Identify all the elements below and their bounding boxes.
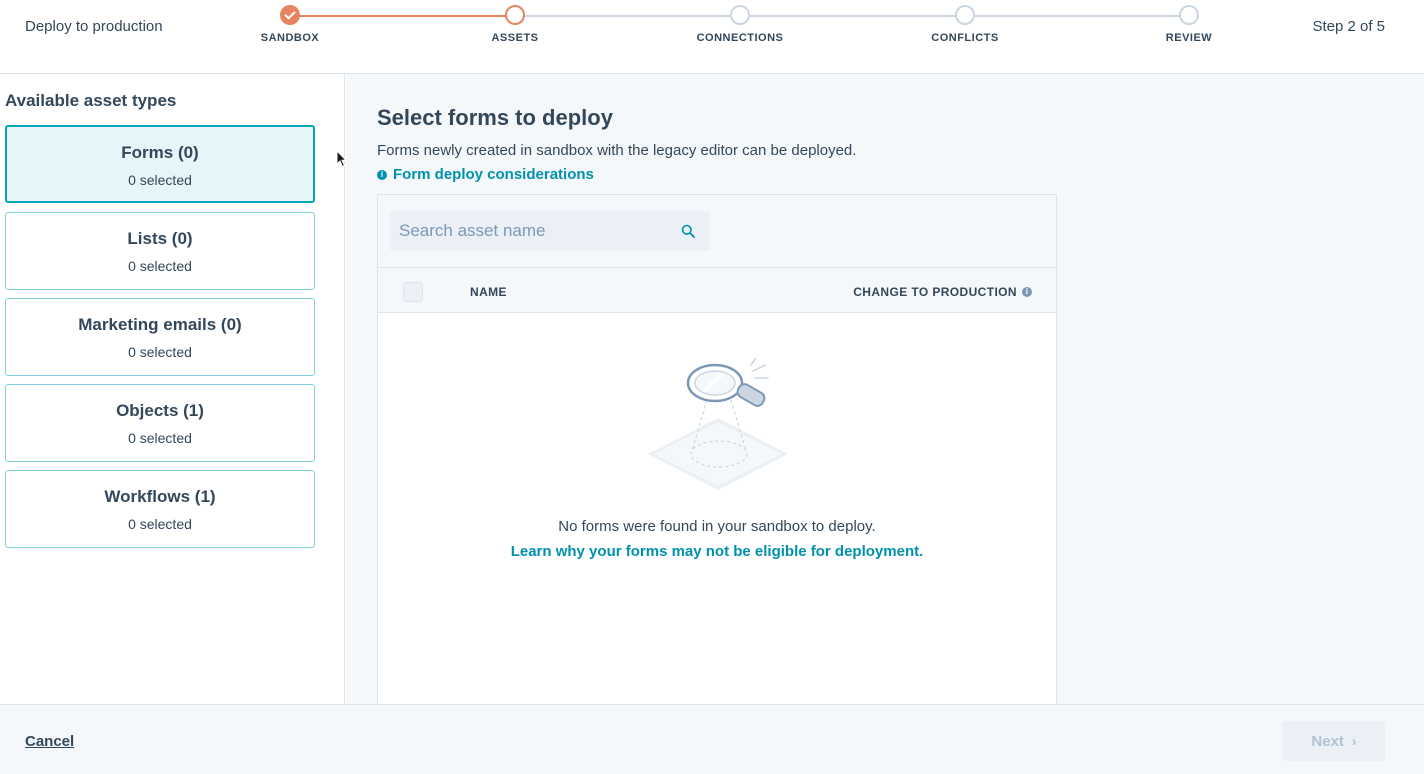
search-box bbox=[390, 211, 710, 251]
step-label: ASSETS bbox=[491, 32, 539, 44]
asset-type-sidebar: Available asset types Forms (0) 0 select… bbox=[0, 74, 345, 704]
assets-table: NAME CHANGE TO PRODUCTION i No forms wer… bbox=[377, 194, 1057, 704]
step-connections: CONNECTIONS bbox=[680, 5, 800, 44]
next-button[interactable]: Next › bbox=[1283, 721, 1385, 761]
asset-type-selected-count: 0 selected bbox=[128, 258, 192, 274]
section-description: Forms newly created in sandbox with the … bbox=[377, 142, 857, 159]
select-all-checkbox[interactable] bbox=[403, 282, 423, 302]
sidebar-title: Available asset types bbox=[5, 91, 177, 110]
asset-type-marketing-emails[interactable]: Marketing emails (0) 0 selected bbox=[5, 298, 315, 376]
table-toolbar bbox=[378, 195, 1056, 268]
chevron-right-icon: › bbox=[1351, 733, 1357, 749]
step-label: REVIEW bbox=[1165, 32, 1213, 44]
stepper-line-remaining bbox=[515, 15, 1189, 17]
ineligible-forms-help-link[interactable]: Learn why your forms may not be eligible… bbox=[378, 543, 1056, 560]
step-pending-circle bbox=[955, 5, 975, 25]
asset-type-title: Marketing emails (0) bbox=[78, 315, 242, 334]
considerations-link-label: Form deploy considerations bbox=[393, 166, 594, 183]
asset-type-title: Forms (0) bbox=[121, 143, 199, 162]
main-panel: Select forms to deploy Forms newly creat… bbox=[346, 74, 1424, 704]
asset-type-selected-count: 0 selected bbox=[128, 430, 192, 446]
column-header-change-to-production: CHANGE TO PRODUCTION i bbox=[853, 285, 1032, 299]
asset-type-workflows[interactable]: Workflows (1) 0 selected bbox=[5, 470, 315, 548]
info-icon[interactable]: i bbox=[1022, 287, 1032, 297]
next-button-label: Next bbox=[1311, 732, 1344, 750]
step-label: CONNECTIONS bbox=[696, 32, 784, 44]
step-complete-check-icon bbox=[280, 5, 300, 25]
step-counter: Step 2 of 5 bbox=[1312, 18, 1385, 35]
column-header-name[interactable]: NAME bbox=[470, 285, 507, 299]
info-icon: i bbox=[377, 169, 387, 180]
step-review: REVIEW bbox=[1129, 5, 1249, 44]
cancel-button[interactable]: Cancel bbox=[25, 733, 74, 750]
magnifier-illustration bbox=[648, 358, 788, 490]
step-label: CONFLICTS bbox=[931, 32, 999, 44]
step-conflicts: CONFLICTS bbox=[905, 5, 1025, 44]
asset-type-selected-count: 0 selected bbox=[128, 516, 192, 532]
asset-type-title: Lists (0) bbox=[127, 229, 193, 248]
table-header: NAME CHANGE TO PRODUCTION i bbox=[378, 268, 1056, 313]
asset-type-objects[interactable]: Objects (1) 0 selected bbox=[5, 384, 315, 462]
wizard-header: Deploy to production SANDBOX ASSETS CONN… bbox=[0, 0, 1424, 74]
asset-type-forms[interactable]: Forms (0) 0 selected bbox=[5, 125, 315, 203]
mouse-cursor bbox=[336, 150, 348, 168]
step-label: SANDBOX bbox=[260, 32, 320, 44]
page-title: Deploy to production bbox=[25, 18, 163, 35]
form-deploy-considerations-link[interactable]: i Form deploy considerations bbox=[377, 166, 594, 183]
section-title: Select forms to deploy bbox=[377, 105, 613, 130]
step-active-circle bbox=[505, 5, 525, 25]
asset-type-selected-count: 0 selected bbox=[128, 344, 192, 360]
column-header-label: CHANGE TO PRODUCTION bbox=[853, 285, 1017, 299]
asset-type-lists[interactable]: Lists (0) 0 selected bbox=[5, 212, 315, 290]
step-pending-circle bbox=[730, 5, 750, 25]
asset-type-selected-count: 0 selected bbox=[128, 172, 192, 188]
asset-type-title: Workflows (1) bbox=[104, 487, 216, 506]
step-pending-circle bbox=[1179, 5, 1199, 25]
step-assets: ASSETS bbox=[455, 5, 575, 44]
search-input[interactable] bbox=[399, 212, 669, 250]
wizard-footer: Cancel Next › bbox=[0, 704, 1424, 774]
step-sandbox: SANDBOX bbox=[230, 5, 350, 44]
empty-state-message: No forms were found in your sandbox to d… bbox=[558, 518, 876, 535]
search-icon[interactable] bbox=[681, 224, 695, 238]
asset-type-title: Objects (1) bbox=[116, 401, 204, 420]
